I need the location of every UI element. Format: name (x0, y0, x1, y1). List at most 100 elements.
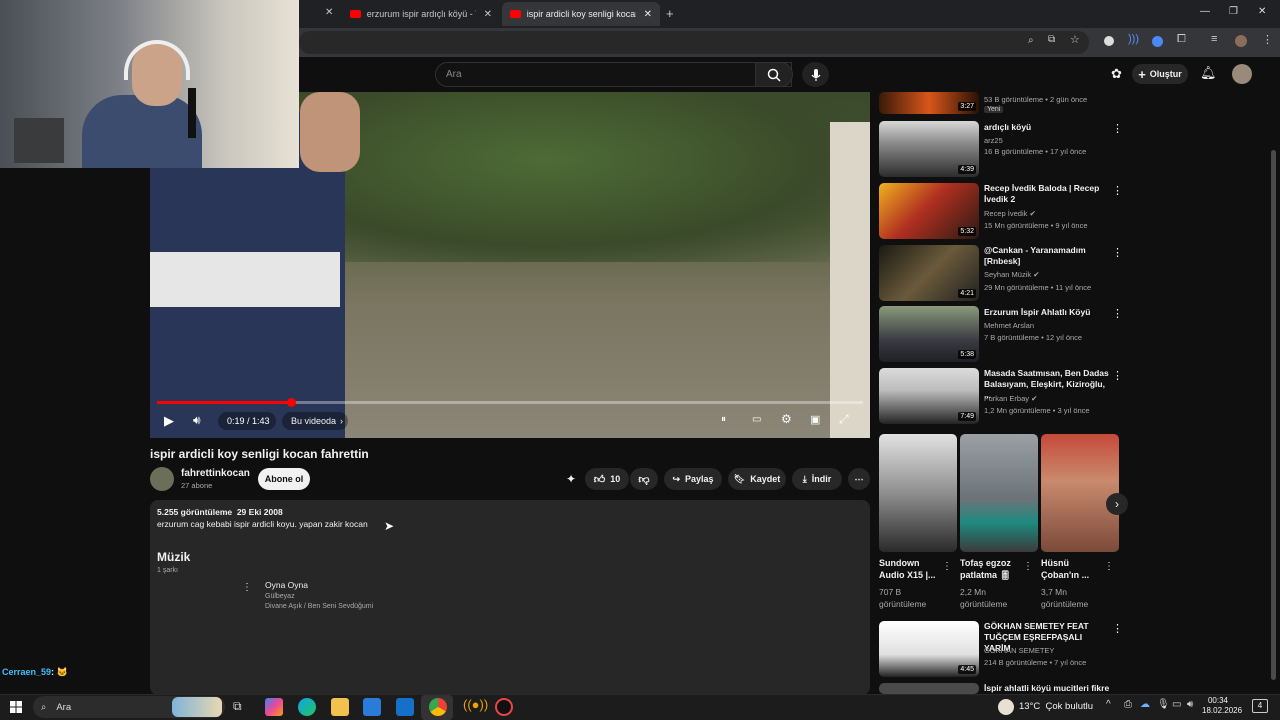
settings-gear-icon[interactable]: ⚙ (781, 412, 792, 426)
short-thumbnail[interactable] (960, 434, 1038, 552)
weather-text[interactable]: 13°C Çok bulutlu (1019, 701, 1093, 712)
share-button[interactable]: ↪ Paylaş (664, 468, 722, 490)
extension-icon[interactable] (1104, 36, 1114, 46)
short-title[interactable]: Hüsnü Çoban'ın ... (1041, 557, 1109, 581)
channel-name[interactable]: Mehmet Arslan (984, 320, 1034, 331)
windows-start-icon[interactable] (10, 701, 22, 713)
like-button[interactable]: 👍︎ 10 (585, 468, 629, 490)
new-tab-icon[interactable]: + (666, 6, 674, 21)
play-icon[interactable]: ▶ (164, 413, 174, 429)
channel-name[interactable]: GÖKHAN SEMETEY (984, 645, 1054, 656)
store-icon[interactable] (363, 698, 381, 716)
channel-row[interactable]: Furkan Erbay ✔︎ (984, 393, 1037, 404)
description-box[interactable]: 5.255 görüntüleme 29 Eki 2008 erzurum ca… (150, 500, 870, 695)
close-window-icon[interactable]: ✕ (1258, 6, 1266, 17)
network-icon[interactable]: ▭ (1172, 699, 1181, 710)
more-vertical-icon[interactable]: ⋮ (1112, 622, 1123, 635)
shorts-next-button[interactable]: › (1106, 493, 1128, 515)
video-title[interactable]: İspir ahlatli köyü mucitleri fikret (984, 683, 1109, 694)
song-title[interactable]: Oyna Oyna (265, 580, 308, 590)
ai-sparkle-icon[interactable]: ✦ (566, 472, 576, 486)
short-thumbnail[interactable] (1041, 434, 1119, 552)
short-title[interactable]: Sundown Audio X15 |... (879, 557, 947, 581)
voice-search-button[interactable] (802, 62, 829, 87)
search-input[interactable]: Ara (435, 62, 792, 87)
video-title[interactable]: ardıçlı köyü (984, 122, 1109, 133)
zoom-icon[interactable]: ⌕ (1028, 35, 1034, 46)
browser-tab[interactable]: erzurum ispir ardıçlı köyü - You ✕ (342, 2, 500, 26)
account-avatar[interactable] (1232, 64, 1252, 84)
page-scrollbar[interactable] (1271, 150, 1276, 680)
tray-chevron-icon[interactable]: ^ (1106, 699, 1111, 710)
profile-avatar[interactable] (1235, 35, 1247, 47)
short-title[interactable]: Tofaş egzoz patlatma 🎚 (960, 557, 1028, 581)
extensions-puzzle-icon[interactable]: ⧠ (1177, 33, 1186, 46)
close-tab-icon[interactable]: ✕ (644, 9, 652, 20)
video-thumbnail[interactable]: 5:38 (879, 306, 979, 362)
tray-icon[interactable]: ⎙ (1124, 699, 1132, 710)
video-title[interactable]: Erzurum İspir Ahlatlı Köyü (984, 307, 1109, 318)
channel-row[interactable]: Seyhan Müzik ✔︎ (984, 269, 1040, 280)
close-tab-icon[interactable]: ✕ (484, 9, 492, 20)
more-actions-button[interactable]: ⋯ (848, 468, 870, 490)
video-thumbnail[interactable]: 7:49 (879, 368, 979, 424)
download-button[interactable]: ⤓ İndir (792, 468, 842, 490)
mail-icon[interactable] (396, 698, 414, 716)
channel-avatar[interactable] (150, 467, 174, 491)
extension-icon[interactable] (1152, 36, 1163, 47)
more-vertical-icon[interactable]: ⋮ (1112, 184, 1123, 197)
install-icon[interactable]: ⧉ (1048, 34, 1055, 45)
dislike-button[interactable]: 👎︎ (630, 468, 658, 490)
video-thumbnail[interactable]: 4:45 (879, 621, 979, 677)
more-vertical-icon[interactable]: ⋮ (1104, 561, 1114, 572)
minimize-icon[interactable]: — (1200, 6, 1210, 17)
more-vertical-icon[interactable]: ⋮ (1023, 561, 1033, 572)
autoplay-toggle-icon[interactable]: ⏸ (721, 414, 726, 425)
in-video-chapters[interactable]: Bu videoda › (282, 412, 348, 430)
notification-center-icon[interactable]: 4 (1252, 699, 1268, 713)
browser-menu-icon[interactable]: ⋮ (1262, 33, 1273, 46)
video-thumbnail[interactable]: 5:32 (879, 183, 979, 239)
channel-name[interactable]: fahrettinkocan (181, 468, 250, 479)
browser-tab-active[interactable]: ispir ardicli koy senligi kocan fa ✕ (502, 2, 660, 26)
song-more-icon[interactable]: ⋮ (242, 582, 252, 593)
more-vertical-icon[interactable]: ⋮ (1112, 246, 1123, 259)
extension-icon[interactable]: ))) (1128, 33, 1139, 45)
taskbar-clock[interactable]: 00:34 18.02.2026 (1202, 696, 1242, 716)
url-field[interactable] (299, 31, 1089, 54)
tray-icon[interactable]: ☁ (1140, 699, 1150, 710)
file-explorer-icon[interactable] (331, 698, 349, 716)
search-button[interactable] (755, 62, 793, 87)
studio-icon[interactable]: ✿ (1111, 66, 1122, 82)
channel-row[interactable]: Recep İvedik ✔︎ (984, 208, 1036, 219)
notifications-bell-icon[interactable]: 🔔︎ (1200, 65, 1217, 81)
subtitles-icon[interactable]: ▭ (752, 414, 761, 425)
subscribe-button[interactable]: Abone ol (258, 468, 310, 490)
audio-app-icon[interactable]: ((●)) (463, 697, 488, 712)
video-thumbnail[interactable] (879, 683, 979, 694)
reading-list-icon[interactable]: ≡ (1211, 33, 1217, 45)
more-vertical-icon[interactable]: ⋮ (1112, 369, 1123, 382)
tray-mic-icon[interactable]: 🎙︎ (1157, 699, 1170, 710)
video-title[interactable]: @Cankan - Yaranamadım [Rnbesk] (984, 245, 1109, 267)
create-button[interactable]: + Oluştur (1132, 64, 1188, 84)
more-vertical-icon[interactable]: ⋮ (1112, 122, 1123, 135)
video-thumbnail[interactable]: 4:21 (879, 245, 979, 301)
fullscreen-icon[interactable]: ⤢ (839, 412, 849, 427)
miniplayer-icon[interactable]: ▣ (810, 413, 820, 426)
task-view-icon[interactable]: ⧉ (233, 699, 242, 714)
edge-icon[interactable] (298, 698, 316, 716)
obs-icon[interactable] (495, 698, 513, 716)
video-progress-bar[interactable] (157, 398, 863, 407)
video-thumbnail[interactable]: 3:27 (879, 92, 979, 114)
channel-name[interactable]: arz25 (984, 135, 1003, 146)
close-tab-icon[interactable]: ✕ (325, 7, 333, 18)
more-vertical-icon[interactable]: ⋮ (1112, 307, 1123, 320)
save-button[interactable]: 🔖︎ Kaydet (728, 468, 786, 490)
short-thumbnail[interactable] (879, 434, 957, 552)
more-vertical-icon[interactable]: ⋮ (942, 561, 952, 572)
restore-icon[interactable]: ❐ (1229, 6, 1238, 17)
bookmark-star-icon[interactable]: ☆ (1070, 33, 1080, 46)
video-title[interactable]: Recep İvedik Baloda | Recep İvedik 2 (984, 183, 1109, 205)
chrome-icon[interactable] (429, 698, 447, 716)
